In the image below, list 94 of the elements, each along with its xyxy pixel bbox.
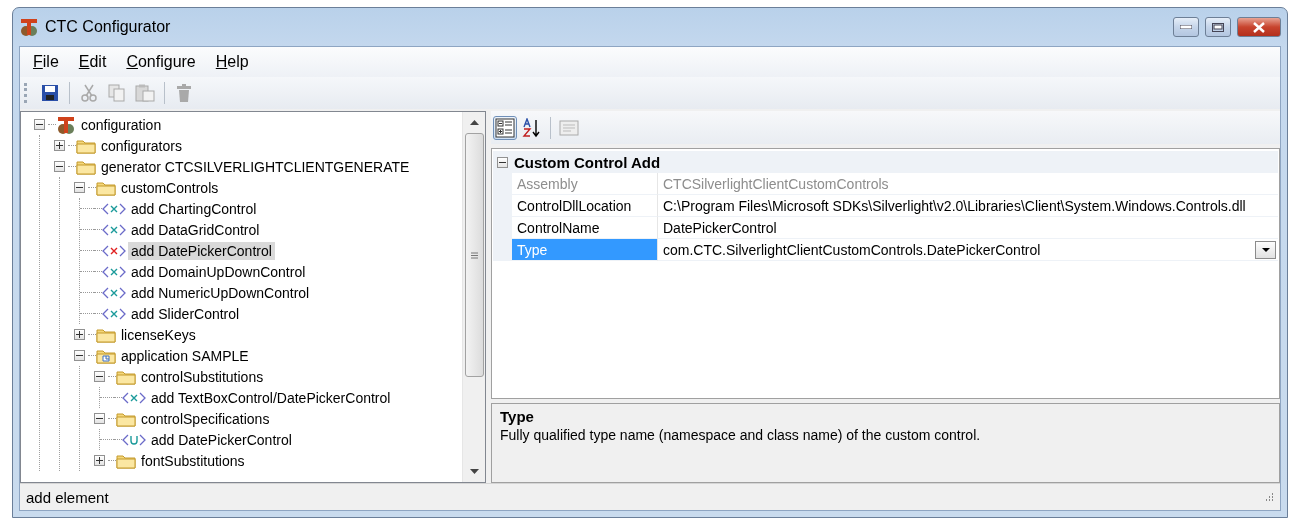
application-folder-icon [96, 347, 116, 364]
folder-icon [96, 326, 116, 343]
tree-item[interactable]: add DatePickerControl [148, 430, 295, 449]
minimize-icon [1180, 25, 1192, 29]
collapse-toggle[interactable] [497, 156, 508, 168]
minus-icon [96, 415, 103, 422]
description-title: Type [500, 408, 535, 425]
category-title: Custom Control Add [514, 153, 661, 171]
tree-item[interactable]: configuration [78, 115, 165, 134]
expand-toggle[interactable] [74, 329, 85, 340]
caret-icon [1261, 247, 1270, 252]
property-pages-icon [559, 118, 579, 137]
row-gutter [493, 239, 512, 261]
folder-icon [116, 368, 136, 385]
menu-item[interactable]: File [26, 53, 72, 71]
collapse-toggle[interactable] [54, 161, 65, 172]
expand-toggle[interactable] [94, 455, 105, 466]
maximize-icon [1212, 22, 1224, 32]
tree-item[interactable]: fontSubstitutions [138, 451, 248, 470]
dropdown-button[interactable] [1255, 240, 1276, 259]
plus-icon [56, 142, 63, 149]
logo-icon [56, 114, 76, 135]
close-button[interactable] [1237, 17, 1281, 37]
categorized-button[interactable] [493, 115, 517, 140]
scroll-up-icon [469, 120, 479, 125]
scissors-icon [81, 84, 97, 102]
collapse-toggle[interactable] [94, 413, 105, 424]
folder-icon [116, 452, 136, 469]
description-text: Fully qualified type name (namespace and class name) of the custom control. [500, 427, 982, 443]
folder-icon [116, 410, 136, 427]
tree-item[interactable]: add TextBoxControl/DatePickerControl [148, 388, 394, 407]
tree-item[interactable]: generator CTCSILVERLIGHTCLIENTGENERATE [98, 157, 413, 176]
tag-u-icon [122, 433, 146, 446]
tree-item[interactable]: add DataGridControl [128, 220, 263, 239]
minus-icon [76, 184, 83, 191]
value-text: C:\Program Files\Microsoft SDKs\Silverlight\v2.0\Libraries\Client\System.Windows.Controls.dll [663, 197, 1246, 214]
trash-icon [176, 83, 192, 103]
scrollbar[interactable] [462, 112, 485, 482]
tree-item[interactable]: add DatePickerControl [128, 241, 275, 260]
plus-icon [96, 457, 103, 464]
tree-item[interactable]: controlSubstitutions [138, 367, 267, 386]
menu-item[interactable]: Help [208, 53, 262, 71]
tree-item[interactable]: add SliderControl [128, 304, 243, 323]
resize-grip-icon [1264, 492, 1274, 502]
tag-x-icon [102, 202, 126, 215]
tree-item[interactable]: configurators [98, 136, 185, 155]
plus-icon [76, 331, 83, 338]
logo-icon [19, 17, 39, 37]
tree-item[interactable]: add NumericUpDownControl [128, 283, 313, 302]
scroll-thumb[interactable] [464, 133, 484, 377]
collapse-toggle[interactable] [94, 371, 105, 382]
tag-x-icon [102, 244, 126, 257]
value-text: DatePickerControl [663, 219, 777, 236]
close-icon [1252, 21, 1266, 33]
sort-az-icon [522, 117, 542, 138]
folder-icon [76, 137, 96, 154]
maximize-button[interactable] [1205, 17, 1231, 37]
minus-icon [36, 121, 43, 128]
property-name[interactable]: ControlName [512, 217, 658, 239]
tag-x-icon [122, 391, 146, 404]
status-text: add element [26, 488, 109, 506]
tree-item[interactable]: licenseKeys [118, 325, 199, 344]
minus-icon [56, 163, 63, 170]
folder-icon [96, 179, 116, 196]
save-icon [41, 84, 59, 102]
collapse-toggle[interactable] [74, 182, 85, 193]
window-title: CTC Configurator [45, 18, 172, 36]
value-text: com.CTC.SilverlightClientCustomControls.DatePickerControl [663, 241, 1041, 258]
minimize-button[interactable] [1173, 17, 1199, 37]
minus-icon [76, 352, 83, 359]
tree-item[interactable]: customControls [118, 178, 222, 197]
tree-item[interactable]: controlSpecifications [138, 409, 273, 428]
expand-toggle[interactable] [54, 140, 65, 151]
property-value[interactable]: com.CTC.SilverlightClientCustomControls.DatePickerControl [658, 239, 1278, 261]
tag-x-icon [102, 265, 126, 278]
collapse-toggle[interactable] [74, 350, 85, 361]
property-name[interactable]: ControlDllLocation [512, 195, 658, 217]
tag-x-icon [102, 307, 126, 320]
tree-item[interactable]: application SAMPLE [118, 346, 252, 365]
paste-icon [135, 84, 155, 102]
categorized-icon [495, 117, 515, 138]
tag-x-icon [102, 223, 126, 236]
copy-icon [108, 84, 126, 102]
value-text: CTCSilverlightClientCustomControls [663, 175, 889, 192]
menu-item[interactable]: Configure [119, 53, 209, 71]
tree-item[interactable]: add DomainUpDownControl [128, 262, 309, 281]
grip-icon [470, 251, 478, 259]
tag-x-icon [102, 286, 126, 299]
menu-item[interactable]: Edit [71, 53, 120, 71]
folder-icon [76, 158, 96, 175]
scroll-down-icon [469, 469, 479, 474]
collapse-toggle[interactable] [34, 119, 45, 130]
tree-item[interactable]: add ChartingControl [128, 199, 260, 218]
minus-icon [96, 373, 103, 380]
